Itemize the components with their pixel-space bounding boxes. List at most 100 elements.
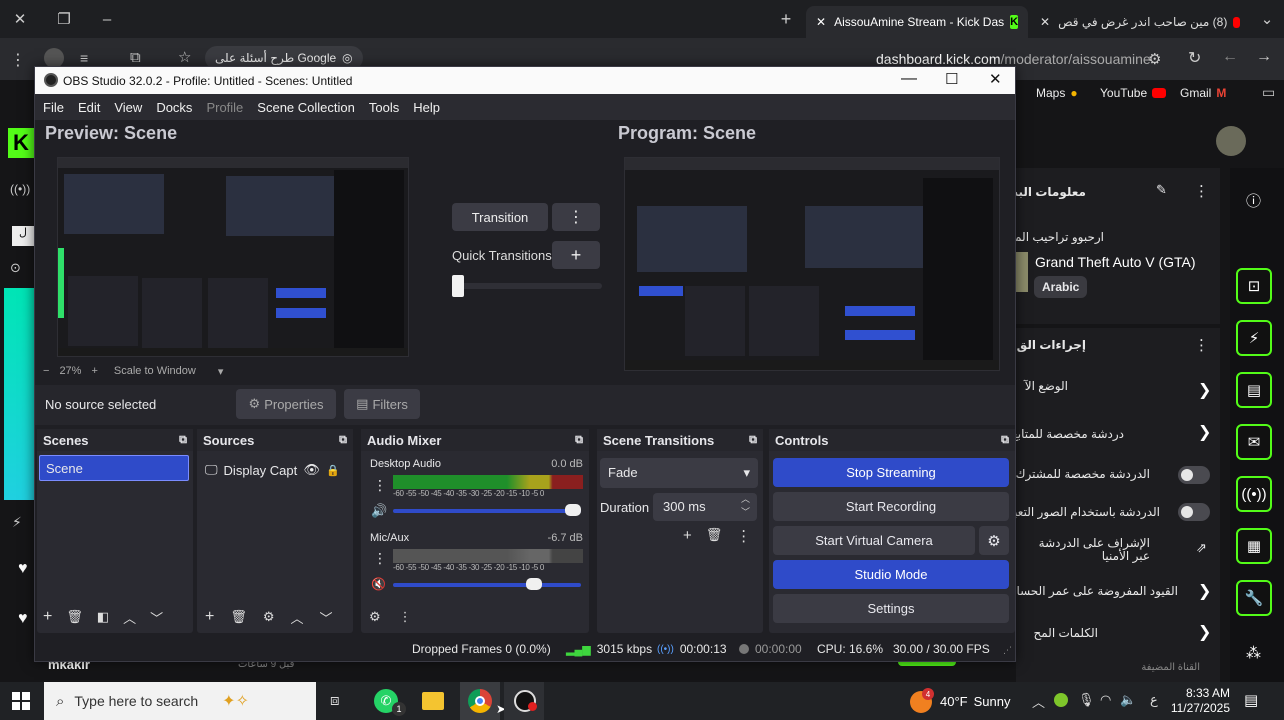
undock-icon[interactable]: ⧉ — [339, 434, 347, 447]
quick-action-row[interactable]: الإشراف على الدردشة عبر الأمنيا — [1020, 537, 1150, 563]
site-settings-icon[interactable]: ⚙ — [1148, 50, 1161, 68]
bookmark-gmail[interactable]: Gmail M — [1180, 86, 1226, 100]
studio-mode-button[interactable]: Studio Mode — [773, 560, 1009, 589]
reload-icon[interactable]: ↻ — [1188, 48, 1201, 68]
menu-help[interactable]: Help — [413, 100, 440, 115]
add-transition-icon[interactable]: + — [683, 527, 692, 545]
more-icon[interactable]: ⋮ — [1194, 182, 1209, 200]
undock-icon[interactable]: ⧉ — [1001, 434, 1009, 447]
analytics-icon[interactable]: ⇗ — [1196, 540, 1207, 556]
undock-icon[interactable]: ⧉ — [749, 434, 757, 447]
close-tab-icon[interactable]: ✕ — [1040, 15, 1050, 29]
zoom-in-icon[interactable]: + — [91, 365, 97, 378]
move-down-icon[interactable]: ﹀ — [320, 608, 333, 627]
menu-scene-collection[interactable]: Scene Collection — [257, 100, 355, 115]
forward-icon[interactable]: ← — [1222, 48, 1238, 66]
bookmark-youtube[interactable]: YouTube — [1100, 86, 1167, 100]
obs-close-icon[interactable]: ✕ — [989, 70, 1002, 88]
lightning-icon[interactable]: ⚡ — [12, 514, 22, 531]
chevron-right-icon[interactable]: ❯ — [1198, 380, 1211, 400]
microphone-icon[interactable]: 🎙 — [1078, 692, 1095, 708]
clock[interactable]: 8:33 AM 11/27/2025 — [1170, 686, 1230, 716]
volume-knob[interactable] — [525, 578, 542, 590]
kick-logo[interactable]: K — [8, 128, 34, 158]
scale-dropdown-icon[interactable]: ▾ — [218, 365, 224, 378]
add-quick-transition-icon[interactable]: + — [552, 241, 600, 269]
channel-menu-icon[interactable]: ⋮ — [373, 477, 387, 494]
transition-slider[interactable] — [452, 283, 602, 289]
scene-item[interactable]: Scene — [39, 455, 189, 481]
start-virtual-camera-button[interactable]: Start Virtual Camera — [773, 526, 975, 555]
layout-icon[interactable]: ▦ — [1236, 528, 1272, 564]
undock-icon[interactable]: ⧉ — [575, 434, 583, 447]
minimize-window-icon[interactable]: – — [96, 8, 118, 30]
scale-mode[interactable]: Scale to Window — [114, 365, 196, 378]
chrome-taskbar-button[interactable] — [460, 682, 500, 720]
input-language[interactable]: ع — [1150, 692, 1158, 708]
quick-action-row[interactable]: القيود المفروضة على عمر الحساب — [1005, 584, 1178, 598]
broadcast-icon[interactable]: ((•)) — [1236, 476, 1272, 512]
volume-icon[interactable]: 🔈 — [1120, 692, 1136, 708]
chevron-right-icon[interactable]: ❯ — [1198, 422, 1211, 442]
undock-icon[interactable]: ⧉ — [179, 434, 187, 447]
quick-action-row[interactable]: الدردشة باستخدام الصور التعبير — [1004, 505, 1160, 519]
close-tab-icon[interactable]: ✕ — [816, 15, 826, 29]
lightning-icon[interactable]: ⚡ — [1236, 320, 1272, 356]
obs-taskbar-button[interactable] — [504, 682, 544, 720]
zoom-out-icon[interactable]: − — [43, 365, 49, 378]
start-recording-button[interactable]: Start Recording — [773, 492, 1009, 521]
move-up-icon[interactable]: ︿ — [123, 608, 136, 627]
tab-kick-dashboard[interactable]: ✕ AissouAmine Stream - Kick Das K — [806, 6, 1028, 38]
advanced-audio-icon[interactable]: ⚙ — [369, 609, 381, 625]
apps-icon[interactable]: ⁂ — [1246, 644, 1261, 662]
capture-icon[interactable]: ⊡ — [1236, 268, 1272, 304]
menu-tools[interactable]: Tools — [369, 100, 399, 115]
transition-menu-icon[interactable]: ⋮ — [552, 203, 600, 231]
back-icon[interactable]: → — [1256, 48, 1272, 66]
obs-maximize-icon[interactable]: ☐ — [945, 70, 958, 88]
toggle-subscriber-chat[interactable] — [1178, 466, 1210, 484]
wifi-icon[interactable]: ◠ — [1100, 692, 1111, 708]
new-tab-icon[interactable]: + — [775, 8, 797, 30]
source-item[interactable]: 🖵 Display Captu 👁 🔒 — [205, 459, 349, 481]
notifications-icon[interactable]: ▤ — [1244, 691, 1258, 709]
volume-slider[interactable] — [393, 583, 581, 587]
stop-streaming-button[interactable]: Stop Streaming — [773, 458, 1009, 487]
menu-view[interactable]: View — [114, 100, 142, 115]
tab-youtube[interactable]: ✕ (8) مين صاحب اندر غرض في قص — [1030, 6, 1250, 38]
tray-chevron-icon[interactable]: ︿ — [1032, 692, 1045, 711]
edit-icon[interactable]: ✎ — [1156, 182, 1167, 198]
tray-app-icon[interactable] — [1054, 693, 1068, 707]
wrench-icon[interactable]: 🔧 — [1236, 580, 1272, 616]
lock-icon[interactable]: 🔒 — [326, 464, 340, 477]
bookmark-maps[interactable]: Maps ● — [1036, 86, 1078, 100]
move-down-icon[interactable]: ﹀ — [150, 608, 163, 627]
all-bookmarks-icon[interactable]: ▭ — [1262, 84, 1275, 101]
preview-canvas[interactable] — [57, 157, 409, 357]
resize-grip-icon[interactable]: ⋰ — [1003, 645, 1012, 656]
transition-select[interactable]: Fade ▾ — [600, 458, 758, 488]
toggle-emote-chat[interactable] — [1178, 503, 1210, 521]
channel-menu-icon[interactable]: ⋮ — [373, 550, 387, 567]
menu-file[interactable]: File — [43, 100, 64, 115]
add-source-icon[interactable]: + — [205, 608, 214, 626]
settings-button[interactable]: Settings — [773, 594, 1009, 623]
quick-action-row[interactable]: الوضع الآ — [1025, 379, 1068, 393]
menu-docks[interactable]: Docks — [156, 100, 192, 115]
profile-avatar[interactable] — [1216, 126, 1246, 156]
virtual-camera-settings-icon[interactable]: ⚙ — [979, 526, 1009, 555]
heart-icon[interactable]: ♥ — [18, 560, 28, 578]
more-icon[interactable]: ⋮ — [1194, 336, 1209, 354]
remove-source-icon[interactable]: 🗑 — [230, 609, 247, 625]
tune-icon[interactable]: ≡ — [80, 50, 88, 66]
restore-window-icon[interactable]: ❐ — [53, 8, 75, 30]
camera-icon[interactable]: ⊙ — [10, 260, 21, 276]
transition-props-icon[interactable]: ⋮ — [736, 527, 751, 545]
taskbar-search[interactable]: ⌕ Type here to search ✦✧ — [44, 682, 316, 720]
duration-stepper-icon[interactable]: ︿ ﹀ — [741, 493, 750, 519]
quick-action-row[interactable]: الكلمات المح — [1034, 626, 1099, 640]
filters-button[interactable]: ▤ Filters — [344, 389, 420, 419]
close-window-icon[interactable]: ✕ — [9, 8, 31, 30]
task-view-icon[interactable]: ⧈ — [330, 692, 340, 709]
menu-edit[interactable]: Edit — [78, 100, 100, 115]
